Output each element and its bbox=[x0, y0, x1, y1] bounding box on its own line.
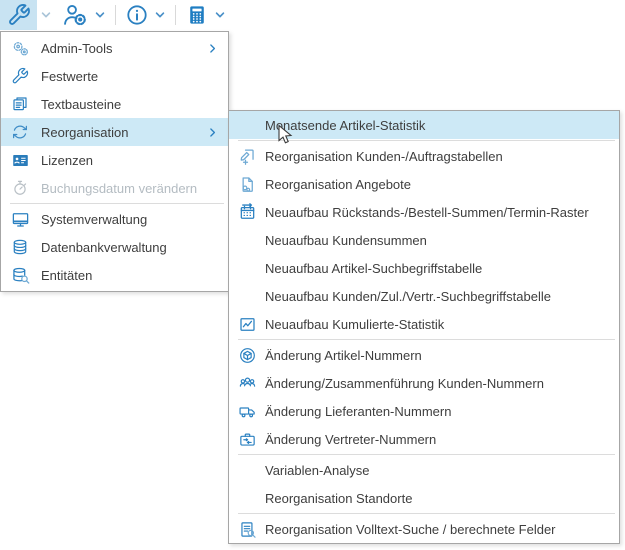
documents-icon bbox=[10, 95, 30, 113]
menu-item-label: Neuaufbau Rückstands-/Bestell-Summen/Ter… bbox=[265, 205, 589, 220]
menu-item-label: Buchungsdatum verändern bbox=[41, 181, 197, 196]
menu-item-label: Neuaufbau Artikel-Suchbegriffstabelle bbox=[265, 261, 482, 276]
menu-item-buchungsdatum: Buchungsdatum verändern bbox=[1, 174, 228, 202]
document-search-icon bbox=[237, 520, 257, 539]
submenu-item-variablen-analyse[interactable]: Variablen-Analyse bbox=[229, 456, 619, 484]
wrench-icon bbox=[7, 3, 31, 27]
menu-item-label: Variablen-Analyse bbox=[265, 463, 370, 478]
wrench-icon bbox=[10, 67, 30, 85]
menu-item-label: Systemverwaltung bbox=[41, 212, 147, 227]
mouse-cursor-icon bbox=[277, 124, 294, 147]
calculator-dropdown-chevron[interactable] bbox=[211, 0, 228, 30]
person-gear-icon bbox=[62, 2, 88, 28]
info-toolbar-button[interactable] bbox=[123, 0, 151, 30]
menu-item-label: Reorganisation Standorte bbox=[265, 491, 412, 506]
calculator-toolbar-button[interactable] bbox=[183, 0, 211, 30]
menu-item-label: Neuaufbau Kunden/Zul./Vertr.-Suchbegriff… bbox=[265, 289, 551, 304]
menu-item-reorganisation[interactable]: Reorganisation bbox=[1, 118, 228, 146]
menu-item-label: Änderung Lieferanten-Nummern bbox=[265, 404, 451, 419]
menu-item-label: Neuaufbau Kumulierte-Statistik bbox=[265, 317, 444, 332]
people-icon bbox=[237, 374, 257, 393]
menu-item-festwerte[interactable]: Festwerte bbox=[1, 62, 228, 90]
submenu-item-aenderung-artikel-nummern[interactable]: Änderung Artikel-Nummern bbox=[229, 341, 619, 369]
menu-item-label: Festwerte bbox=[41, 69, 98, 84]
menu-item-admin-tools[interactable]: Admin-Tools bbox=[1, 34, 228, 62]
id-card-icon bbox=[10, 151, 30, 170]
calculator-icon bbox=[186, 4, 208, 26]
chevron-down-icon bbox=[214, 9, 226, 21]
submenu-arrow-icon bbox=[206, 42, 219, 55]
submenu-arrow-icon bbox=[206, 126, 219, 139]
submenu-item-neuaufbau-rueckstands-bestell-summen[interactable]: Neuaufbau Rückstands-/Bestell-Summen/Ter… bbox=[229, 198, 619, 226]
calendar-icon bbox=[237, 203, 257, 222]
user-settings-toolbar-button[interactable] bbox=[59, 0, 91, 30]
menu-separator bbox=[238, 513, 615, 514]
table-tool-icon bbox=[237, 147, 257, 166]
menu-item-label: Reorganisation Angebote bbox=[265, 177, 411, 192]
menu-item-label: Änderung Vertreter-Nummern bbox=[265, 432, 436, 447]
stopwatch-icon bbox=[10, 179, 30, 197]
info-icon bbox=[125, 3, 149, 27]
submenu-item-neuaufbau-kundensummen[interactable]: Neuaufbau Kundensummen bbox=[229, 226, 619, 254]
briefcase-icon bbox=[237, 430, 257, 449]
database-search-icon bbox=[10, 266, 30, 285]
menu-item-textbausteine[interactable]: Textbausteine bbox=[1, 90, 228, 118]
document-gears-icon bbox=[237, 175, 257, 194]
menu-item-label: Reorganisation bbox=[41, 125, 128, 140]
chevron-down-icon bbox=[154, 9, 166, 21]
menu-item-label: Neuaufbau Kundensummen bbox=[265, 233, 427, 248]
toolbar bbox=[0, 0, 625, 30]
menu-item-label: Änderung Artikel-Nummern bbox=[265, 348, 422, 363]
user-settings-dropdown-chevron[interactable] bbox=[91, 0, 108, 30]
submenu-item-aenderung-lieferanten-nummern[interactable]: Änderung Lieferanten-Nummern bbox=[229, 397, 619, 425]
wrench-dropdown-chevron[interactable] bbox=[37, 0, 54, 30]
menu-separator bbox=[10, 203, 224, 204]
submenu-item-aenderung-zusammenfuehrung-kunden-nummern[interactable]: Änderung/Zusammenführung Kunden-Nummern bbox=[229, 369, 619, 397]
cube-icon bbox=[237, 346, 257, 365]
submenu-item-reorganisation-standorte[interactable]: Reorganisation Standorte bbox=[229, 484, 619, 512]
menu-item-datenbankverwaltung[interactable]: Datenbankverwaltung bbox=[1, 233, 228, 261]
reorganisation-submenu: Monatsende Artikel-Statistik Reorganisat… bbox=[228, 110, 620, 544]
menu-item-label: Textbausteine bbox=[41, 97, 121, 112]
menu-item-label: Entitäten bbox=[41, 268, 92, 283]
info-dropdown-chevron[interactable] bbox=[151, 0, 168, 30]
menu-item-label: Datenbankverwaltung bbox=[41, 240, 167, 255]
database-icon bbox=[10, 238, 30, 256]
refresh-icon bbox=[10, 123, 30, 141]
truck-icon bbox=[237, 402, 257, 421]
submenu-item-reorg-angebote[interactable]: Reorganisation Angebote bbox=[229, 170, 619, 198]
menu-item-label: Lizenzen bbox=[41, 153, 93, 168]
chevron-down-icon bbox=[94, 9, 106, 21]
gears-icon bbox=[10, 39, 30, 58]
submenu-item-reorg-volltext-suche[interactable]: Reorganisation Volltext-Suche / berechne… bbox=[229, 515, 619, 543]
menu-item-entitaeten[interactable]: Entitäten bbox=[1, 261, 228, 289]
monitor-icon bbox=[10, 210, 30, 229]
submenu-item-neuaufbau-artikel-suchbegriffstabelle[interactable]: Neuaufbau Artikel-Suchbegriffstabelle bbox=[229, 254, 619, 282]
menu-separator bbox=[238, 339, 615, 340]
menu-item-lizenzen[interactable]: Lizenzen bbox=[1, 146, 228, 174]
admin-dropdown-menu: Admin-Tools Festwerte Textbausteine bbox=[0, 31, 229, 292]
menu-item-systemverwaltung[interactable]: Systemverwaltung bbox=[1, 205, 228, 233]
menu-item-label: Reorganisation Volltext-Suche / berechne… bbox=[265, 522, 556, 537]
application-window: Admin-Tools Festwerte Textbausteine bbox=[0, 0, 625, 550]
menu-separator bbox=[238, 140, 615, 141]
submenu-item-neuaufbau-kunden-zul-vertr-suchbegriffstabelle[interactable]: Neuaufbau Kunden/Zul./Vertr.-Suchbegriff… bbox=[229, 282, 619, 310]
menu-item-label: Reorganisation Kunden-/Auftragstabellen bbox=[265, 149, 503, 164]
wrench-toolbar-button[interactable] bbox=[0, 0, 37, 30]
submenu-item-neuaufbau-kumulierte-statistik[interactable]: Neuaufbau Kumulierte-Statistik bbox=[229, 310, 619, 338]
chart-icon bbox=[237, 315, 257, 334]
menu-item-label: Änderung/Zusammenführung Kunden-Nummern bbox=[265, 376, 544, 391]
toolbar-separator bbox=[175, 5, 176, 25]
chevron-down-icon bbox=[40, 9, 52, 21]
menu-separator bbox=[238, 454, 615, 455]
submenu-item-aenderung-vertreter-nummern[interactable]: Änderung Vertreter-Nummern bbox=[229, 425, 619, 453]
toolbar-separator bbox=[115, 5, 116, 25]
menu-item-label: Admin-Tools bbox=[41, 41, 113, 56]
